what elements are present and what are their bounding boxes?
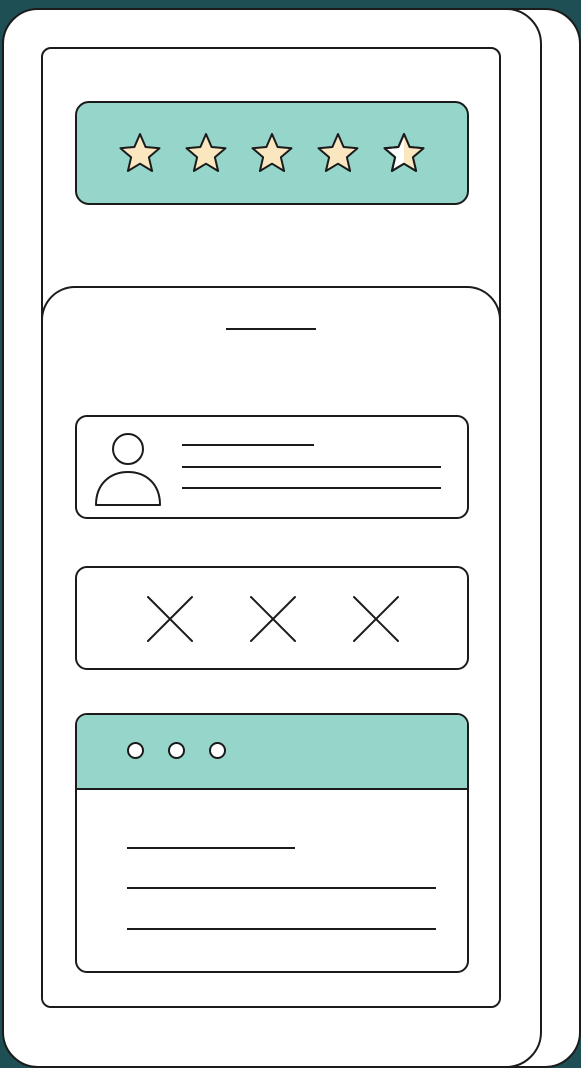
close-icon[interactable] <box>351 594 401 644</box>
phone-screen: 5 <box>41 47 501 1008</box>
star-icon[interactable] <box>315 131 361 175</box>
profile-detail-line <box>182 466 441 468</box>
content-heading-line <box>127 847 295 849</box>
browser-title-bar <box>77 715 467 790</box>
reaction-card <box>75 566 469 670</box>
star-icon[interactable] <box>249 131 295 175</box>
browser-window-card <box>75 713 469 973</box>
window-dot-icon <box>168 742 185 759</box>
profile-name-line <box>182 444 314 446</box>
close-icon[interactable] <box>145 594 195 644</box>
profile-detail-line <box>182 487 441 489</box>
window-dot-icon <box>209 742 226 759</box>
content-text-line <box>127 887 436 889</box>
star-rating-bar[interactable]: 5 <box>75 101 469 205</box>
star-icon[interactable] <box>183 131 229 175</box>
window-dot-icon <box>127 742 144 759</box>
user-icon <box>95 433 161 506</box>
profile-card[interactable] <box>75 415 469 519</box>
star-icon[interactable] <box>117 131 163 175</box>
drag-handle[interactable] <box>226 328 316 330</box>
close-icon[interactable] <box>248 594 298 644</box>
bottom-sheet <box>43 286 499 1006</box>
content-text-line <box>127 928 436 930</box>
star-icon[interactable] <box>381 131 427 175</box>
